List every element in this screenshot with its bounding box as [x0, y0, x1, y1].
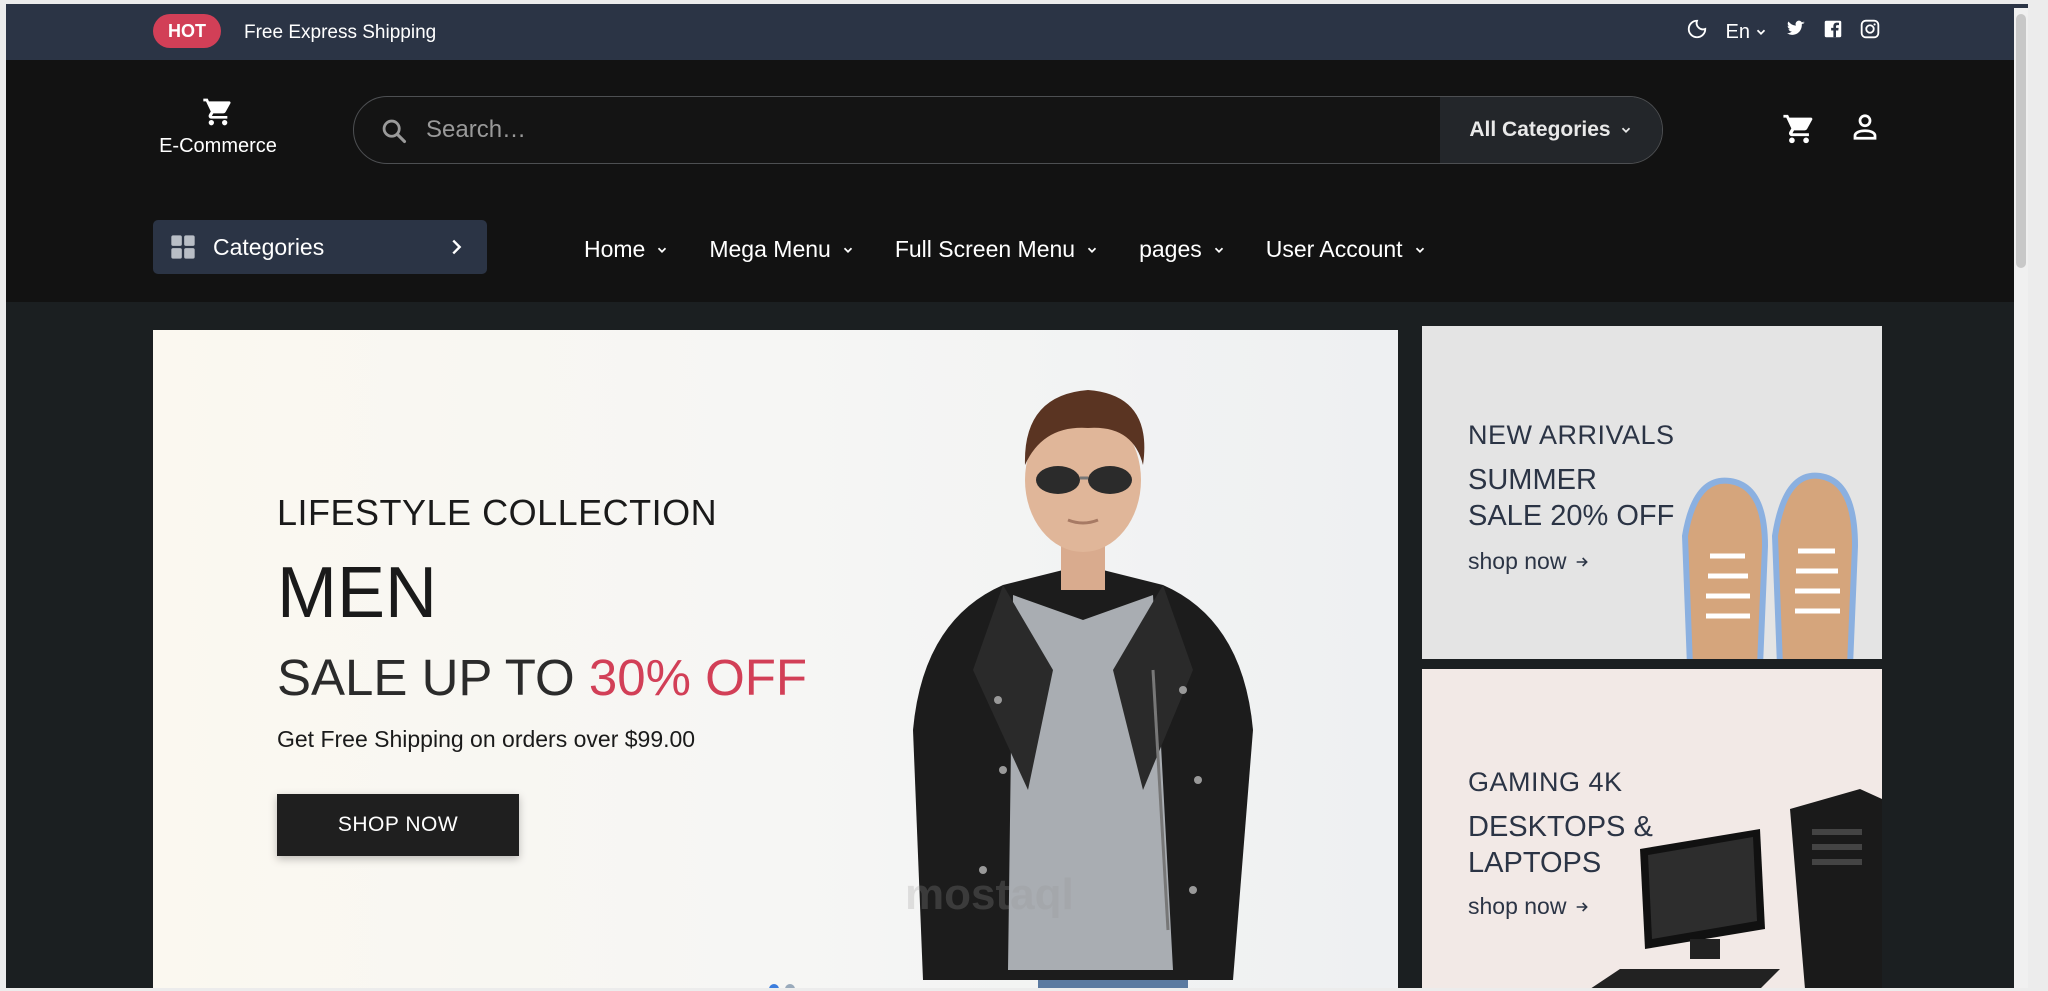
- arrow-right-icon: [1577, 901, 1589, 912]
- shop-now-link[interactable]: shop now: [1468, 893, 1590, 920]
- hero-subtitle: LIFESTYLE COLLECTION: [277, 492, 718, 533]
- search-icon: [382, 119, 407, 144]
- chevron-down-icon: [658, 247, 667, 253]
- main-menu: Home Mega Menu Full Screen Menu pages Us…: [584, 236, 1467, 263]
- menu-item-home[interactable]: Home: [584, 236, 669, 263]
- banner-gaming[interactable]: GAMING 4K DESKTOPS & LAPTOPS shop now: [1422, 669, 1882, 988]
- twitter-icon[interactable]: [1786, 20, 1806, 44]
- hero-title: MEN: [277, 553, 437, 633]
- menu-item-label: Full Screen Menu: [894, 236, 1076, 262]
- menu-item-label: Home: [584, 236, 646, 262]
- menu-item-pages[interactable]: pages: [1139, 236, 1226, 263]
- language-label: En: [1725, 20, 1750, 43]
- menu-item-user-account[interactable]: User Account: [1266, 236, 1427, 263]
- header-actions: [1782, 112, 1880, 151]
- language-select[interactable]: En: [1726, 21, 1768, 44]
- desktop-computer-image: [1591, 789, 1882, 988]
- menu-item-label: pages: [1139, 236, 1202, 262]
- chevron-right-icon: [452, 239, 462, 255]
- hero-banner: LIFESTYLE COLLECTION MEN SALE UP TO 30% …: [153, 330, 1398, 988]
- shop-now-label: shop now: [1468, 548, 1567, 574]
- sneakers-image: [1681, 472, 1859, 659]
- hero-shipping-note: Get Free Shipping on orders over $99.00: [277, 726, 696, 752]
- banner-tag: NEW ARRIVALS: [1468, 420, 1675, 450]
- grid-icon: [171, 235, 195, 259]
- chevron-down-icon: [1756, 29, 1766, 35]
- menu-item-label: User Account: [1265, 236, 1403, 262]
- menu-item-full-screen-menu[interactable]: Full Screen Menu: [895, 236, 1099, 263]
- scrollbar-thumb[interactable]: [2016, 14, 2026, 268]
- chevron-down-icon: [1087, 247, 1097, 253]
- search-bar: All Categories: [353, 96, 1663, 164]
- shop-now-button[interactable]: SHOP NOW: [277, 794, 519, 856]
- watermark: mostaql: [905, 870, 1074, 919]
- instagram-icon[interactable]: [1860, 19, 1880, 45]
- cart-logo-icon: [203, 98, 231, 126]
- carousel-dots[interactable]: [769, 984, 795, 988]
- chevron-down-icon: [843, 247, 852, 253]
- banner-new-arrivals[interactable]: NEW ARRIVALS SUMMER SALE 20% OFF shop no…: [1422, 326, 1882, 659]
- main-header: E-Commerce All Categories: [6, 60, 2028, 180]
- chevron-down-icon: [1214, 247, 1223, 253]
- chevron-down-icon: [1415, 247, 1424, 253]
- hero-sale-percent: 30% OFF: [588, 649, 808, 706]
- hot-badge: HOT: [153, 14, 221, 48]
- shop-now-label: shop now: [1468, 893, 1567, 919]
- category-dropdown-label: All Categories: [1469, 118, 1611, 141]
- top-bar-actions: En: [1686, 18, 1880, 46]
- scrollbar[interactable]: [2014, 8, 2028, 988]
- chevron-down-icon: [1621, 127, 1630, 133]
- site-logo[interactable]: E-Commerce: [153, 96, 283, 158]
- hero-sale-prefix: SALE UP TO: [277, 649, 575, 706]
- menu-item-mega-menu[interactable]: Mega Menu: [709, 236, 854, 263]
- cart-icon[interactable]: [1782, 112, 1816, 151]
- page-frame: HOT Free Express Shipping En E-Commerce …: [6, 4, 2028, 988]
- banner-headline-line: SUMMER: [1468, 464, 1597, 496]
- logo-text: E-Commerce: [159, 135, 277, 157]
- shop-now-link[interactable]: shop now: [1468, 548, 1590, 575]
- hero-sale-line: SALE UP TO 30% OFF: [277, 648, 807, 707]
- categories-button[interactable]: Categories: [153, 220, 487, 274]
- category-dropdown[interactable]: All Categories: [1440, 97, 1662, 163]
- moon-icon[interactable]: [1686, 18, 1708, 46]
- categories-label: Categories: [213, 233, 325, 260]
- search-input[interactable]: [426, 97, 1426, 163]
- banner-headline: SUMMER SALE 20% OFF: [1468, 462, 1698, 534]
- user-icon[interactable]: [1850, 112, 1880, 151]
- carousel-dot[interactable]: [785, 984, 795, 988]
- navigation-bar: Categories Home Mega Menu Full Screen Me…: [6, 180, 2028, 302]
- top-bar: HOT Free Express Shipping En: [6, 4, 2028, 60]
- banner-headline-line: SALE 20% OFF: [1468, 500, 1675, 532]
- arrow-right-icon: [1577, 556, 1589, 567]
- shipping-notice: Free Express Shipping: [244, 22, 437, 43]
- menu-item-label: Mega Menu: [709, 236, 831, 262]
- facebook-icon[interactable]: [1824, 20, 1842, 44]
- carousel-dot[interactable]: [769, 984, 779, 988]
